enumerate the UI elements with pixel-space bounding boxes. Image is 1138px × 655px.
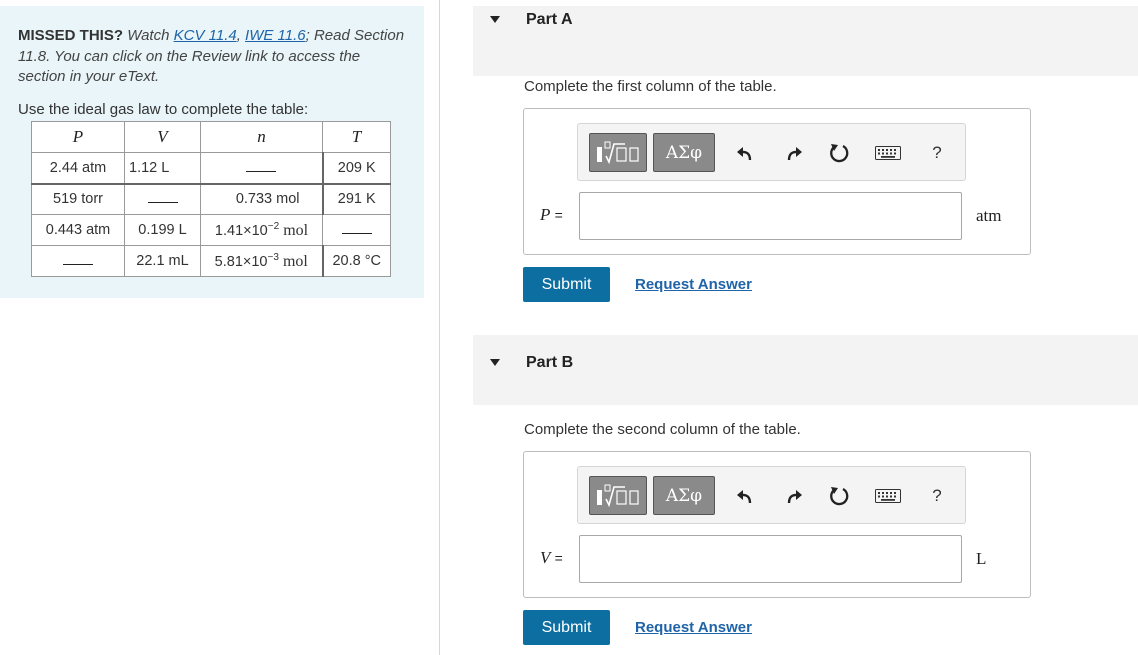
collapse-triangle-icon[interactable] <box>490 359 500 366</box>
iwe-link[interactable]: IWE 11.6 <box>245 27 306 44</box>
header-t: T <box>322 121 391 153</box>
cell-n-blank <box>200 152 323 184</box>
answer-unit: L <box>976 549 987 568</box>
reset-icon[interactable] <box>828 142 850 164</box>
undo-icon[interactable] <box>735 142 757 164</box>
resources-panel: MISSED THIS? Watch KCV 11.4, IWE 11.6; R… <box>0 6 424 298</box>
table-header-row: P V n T <box>31 121 391 153</box>
cell-p: 2.44 atm <box>31 152 125 184</box>
redo-icon[interactable] <box>782 485 804 507</box>
templates-icon <box>597 141 639 164</box>
submit-button[interactable]: Submit <box>523 267 610 302</box>
request-answer-link[interactable]: Request Answer <box>635 276 752 293</box>
templates-button[interactable] <box>589 133 647 172</box>
cell-t: 291 K <box>321 182 391 215</box>
missed-this-note: MISSED THIS? Watch KCV 11.4, IWE 11.6; R… <box>18 27 405 85</box>
part-b-answer-box: ΑΣφ ? V = L <box>523 451 1031 598</box>
cell-p: 0.443 atm <box>31 214 125 246</box>
panel-divider <box>439 0 440 655</box>
cell-p: 519 torr <box>31 182 125 215</box>
help-icon[interactable]: ? <box>926 485 948 507</box>
cell-t-blank <box>322 214 391 246</box>
missed-label: MISSED THIS? <box>18 27 124 44</box>
part-b-header[interactable]: Part B <box>473 335 1138 405</box>
answer-input[interactable] <box>579 192 962 240</box>
header-v: V <box>124 121 201 153</box>
request-answer-link[interactable]: Request Answer <box>635 619 752 636</box>
table-row: 519 torr 0.733 mol 291 K <box>31 182 391 215</box>
unknown-blank <box>341 222 372 234</box>
cell-n: 1.41×10−2 mol <box>200 214 323 246</box>
greek-symbols-button[interactable]: ΑΣφ <box>653 133 715 172</box>
answer-input[interactable] <box>579 535 962 583</box>
variable-label: V = <box>540 548 563 567</box>
help-icon[interactable]: ? <box>926 142 948 164</box>
greek-symbols-icon: ΑΣφ <box>665 142 703 163</box>
reset-icon[interactable] <box>828 485 850 507</box>
math-toolbar: ΑΣφ ? <box>577 466 966 524</box>
unknown-blank <box>246 160 277 172</box>
cell-t: 209 K <box>321 152 391 184</box>
table-row: 2.44 atm 1.12 L 209 K <box>31 152 391 184</box>
templates-icon <box>597 484 639 507</box>
table-instruction: Use the ideal gas law to complete the ta… <box>18 101 309 118</box>
cell-v-blank <box>124 182 201 215</box>
cell-n: 0.733 mol <box>200 182 323 215</box>
kcv-link[interactable]: KCV 11.4 <box>174 27 237 44</box>
greek-symbols-icon: ΑΣφ <box>665 485 703 506</box>
cell-v: 22.1 mL <box>124 245 201 277</box>
submit-button[interactable]: Submit <box>523 610 610 645</box>
header-n: n <box>200 121 323 153</box>
part-b-prompt: Complete the second column of the table. <box>524 421 801 438</box>
unknown-blank <box>63 253 93 265</box>
part-a-prompt: Complete the first column of the table. <box>524 78 777 95</box>
table-row: 22.1 mL 5.81×10−3 mol 20.8 °C <box>31 245 391 277</box>
header-p: P <box>31 121 125 153</box>
answer-unit: atm <box>976 206 1002 225</box>
greek-symbols-button[interactable]: ΑΣφ <box>653 476 715 515</box>
templates-button[interactable] <box>589 476 647 515</box>
table-row: 0.443 atm 0.199 L 1.41×10−2 mol <box>31 214 391 246</box>
part-a-answer-box: ΑΣφ ? P = atm <box>523 108 1031 255</box>
keyboard-icon[interactable] <box>874 485 902 507</box>
cell-n: 5.81×10−3 mol <box>200 245 323 277</box>
cell-v: 0.199 L <box>124 214 201 246</box>
cell-v: 1.12 L <box>124 152 201 184</box>
ideal-gas-table: P V n T 2.44 atm 1.12 L 209 K 519 torr 0… <box>31 121 391 277</box>
redo-icon[interactable] <box>782 142 804 164</box>
unknown-blank <box>147 191 178 204</box>
keyboard-icon[interactable] <box>874 142 902 164</box>
part-a-header[interactable]: Part A <box>473 6 1138 76</box>
collapse-triangle-icon[interactable] <box>490 16 500 23</box>
cell-p-blank <box>31 245 125 277</box>
variable-label: P = <box>540 205 563 224</box>
math-toolbar: ΑΣφ ? <box>577 123 966 181</box>
undo-icon[interactable] <box>735 485 757 507</box>
part-a-title: Part A <box>526 11 573 28</box>
cell-t: 20.8 °C <box>321 245 391 277</box>
watch-text: Watch <box>127 27 170 44</box>
part-b-title: Part B <box>526 354 574 371</box>
